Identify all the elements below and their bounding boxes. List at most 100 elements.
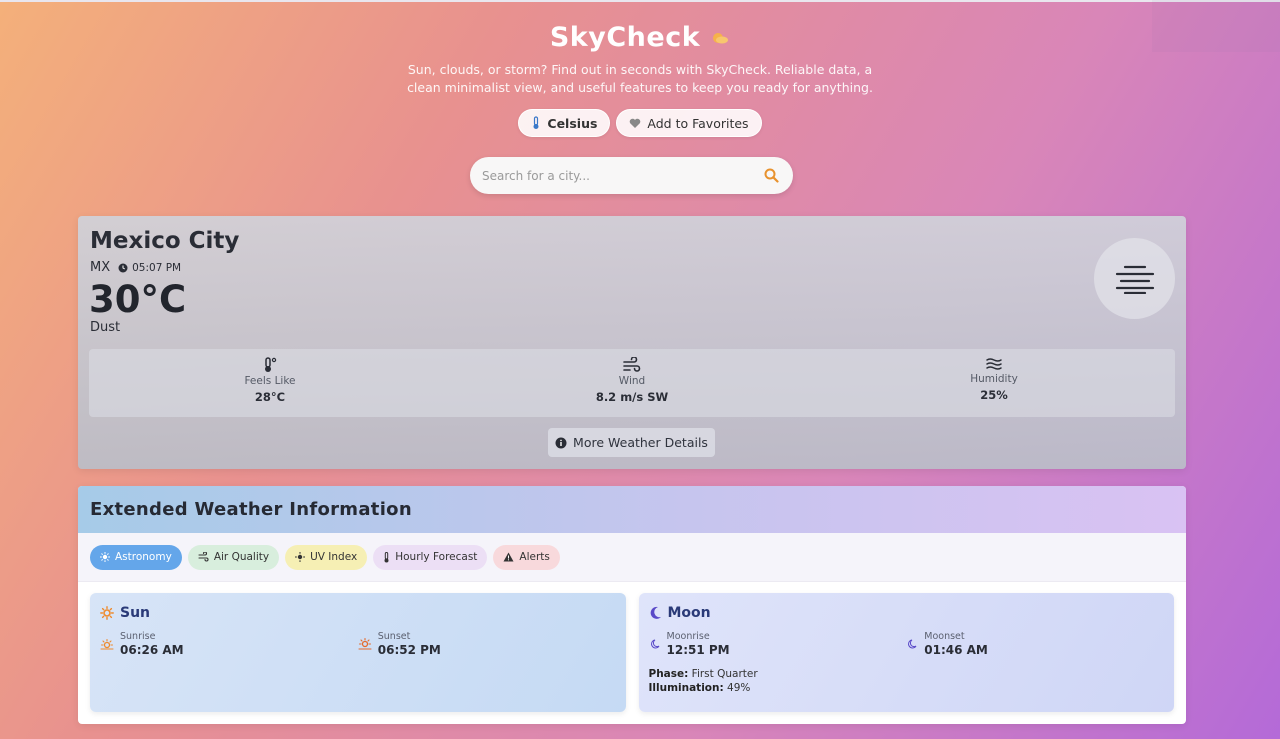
sunrise-label: Sunrise (120, 631, 156, 642)
more-weather-details-label: More Weather Details (573, 435, 708, 450)
extended-tabs: Astronomy Air Quality UV Index Hourly Fo… (78, 533, 1186, 582)
local-time: 05:07 PM (118, 262, 181, 274)
moonset-item: Moonset 01:46 AM (906, 631, 1164, 657)
haze-icon (1115, 265, 1154, 294)
tab-label: Astronomy (115, 551, 172, 563)
sun-icon (100, 606, 114, 620)
sunset-icon (358, 637, 372, 650)
location-meta: MX 05:07 PM (90, 260, 181, 275)
moonrise-item: Moonrise 12:51 PM (649, 631, 907, 657)
thermometer-icon (384, 551, 389, 562)
sunset-text: Sunset 06:52 PM (378, 631, 441, 657)
sun-panel: Sun Sunrise 06:26 AM Sunset 06:52 PM (90, 593, 626, 712)
wind-icon (623, 357, 641, 372)
local-time-text: 05:07 PM (132, 261, 182, 274)
sun-icon (100, 552, 110, 562)
astronomy-panels: Sun Sunrise 06:26 AM Sunset 06:52 PM Moo… (90, 593, 1174, 712)
tab-air-quality[interactable]: Air Quality (187, 544, 280, 570)
tab-label: Hourly Forecast (395, 551, 478, 563)
sun-title: Sun (120, 605, 151, 621)
moonset-time: 01:46 AM (924, 643, 988, 657)
warning-icon (503, 552, 514, 562)
unit-toggle-label: Celsius (547, 115, 598, 131)
moon-panel-title: Moon (649, 605, 1165, 621)
sunrise-text: Sunrise 06:26 AM (120, 631, 184, 657)
more-weather-details-button[interactable]: More Weather Details (548, 428, 715, 457)
country-code: MX (90, 260, 111, 275)
moonrise-label: Moonrise (666, 631, 710, 642)
moonset-icon (908, 639, 917, 649)
top-border (0, 0, 1280, 2)
tab-label: Alerts (519, 551, 550, 563)
header-actions: Celsius Add to Favorites (0, 109, 1280, 137)
tab-label: UV Index (310, 551, 358, 563)
heart-icon (630, 118, 641, 128)
moonset-label: Moonset (924, 631, 965, 642)
search-icon[interactable] (764, 168, 779, 183)
stat-wind: Wind 8.2 m/s SW (451, 349, 813, 417)
sunset-item: Sunset 06:52 PM (358, 631, 616, 657)
tab-alerts[interactable]: Alerts (493, 544, 560, 570)
moon-phase-label: Phase: (648, 668, 689, 680)
search-bar (470, 157, 793, 194)
moon-phase-info: Phase: First Quarter Illumination: 49% (649, 667, 1165, 695)
wind-icon (198, 552, 209, 562)
moon-title: Moon (667, 605, 711, 621)
add-favorites-label: Add to Favorites (647, 115, 749, 131)
sunset-label: Sunset (377, 631, 411, 642)
extended-header: Extended Weather Information (78, 486, 1186, 533)
title-row: SkyCheck (0, 22, 1280, 53)
moonrise-time: 12:51 PM (666, 643, 730, 657)
moon-phase-row: Phase: First Quarter (649, 667, 1165, 681)
weather-condition: Dust (90, 320, 121, 335)
stat-feels-like: Feels Like 28°C (89, 349, 451, 417)
sun-cloud-logo-icon (713, 32, 729, 43)
moonset-text: Moonset 01:46 AM (924, 631, 988, 657)
sunrise-item: Sunrise 06:26 AM (100, 631, 358, 657)
thermometer-icon (533, 116, 539, 129)
extended-weather-card: Extended Weather Information Astronomy A… (78, 486, 1186, 724)
search-input[interactable] (482, 168, 764, 183)
city-name: Mexico City (90, 228, 240, 254)
moon-illumination-value: 49% (727, 682, 751, 694)
tab-uv-index[interactable]: UV Index (285, 544, 368, 570)
sunset-time: 06:52 PM (377, 643, 441, 657)
moonrise-text: Moonrise 12:51 PM (667, 631, 730, 657)
stat-value: 25% (980, 388, 1008, 402)
sunrise-time: 06:26 AM (120, 643, 184, 657)
moonrise-icon (650, 639, 659, 649)
sun-times: Sunrise 06:26 AM Sunset 06:52 PM (100, 631, 616, 657)
moon-illumination-label: Illumination: (648, 682, 724, 694)
stat-value: 28°C (254, 390, 286, 404)
water-icon (986, 358, 1002, 370)
moon-times: Moonrise 12:51 PM Moonset 01:46 AM (649, 631, 1165, 657)
moon-icon (650, 606, 661, 619)
weather-stats: Feels Like 28°C Wind 8.2 m/s SW Humidity… (89, 349, 1175, 417)
tab-astronomy[interactable]: Astronomy (90, 544, 182, 570)
stat-value: 8.2 m/s SW (595, 390, 669, 404)
stat-label: Humidity (970, 373, 1018, 385)
app-header: SkyCheck Sun, clouds, or storm? Find out… (0, 22, 1280, 137)
moon-phase-value: First Quarter (691, 668, 758, 680)
add-favorites-button[interactable]: Add to Favorites (616, 109, 762, 137)
tab-label: Air Quality (213, 551, 270, 563)
thermometer-icon (265, 357, 277, 372)
condition-icon-container (1094, 238, 1175, 319)
stat-label: Feels Like (244, 375, 296, 387)
moon-panel: Moon Moonrise 12:51 PM Moonset 01:46 AM … (638, 593, 1174, 712)
app-title: SkyCheck (549, 22, 701, 53)
sun-panel-title: Sun (100, 605, 616, 621)
sun-icon (295, 552, 306, 562)
moon-illumination-row: Illumination: 49% (649, 681, 1165, 695)
stat-humidity: Humidity 25% (813, 349, 1175, 417)
tagline: Sun, clouds, or storm? Find out in secon… (407, 62, 873, 95)
tab-hourly-forecast[interactable]: Hourly Forecast (373, 544, 488, 570)
stat-label: Wind (618, 375, 646, 387)
sunrise-icon (100, 638, 114, 650)
clock-icon (118, 263, 128, 272)
current-temperature: 30°C (89, 278, 187, 321)
current-weather-card: Mexico City MX 05:07 PM 30°C Dust Feels … (78, 216, 1186, 469)
info-icon (555, 437, 567, 448)
unit-toggle-button[interactable]: Celsius (518, 109, 611, 137)
extended-title: Extended Weather Information (90, 499, 412, 520)
